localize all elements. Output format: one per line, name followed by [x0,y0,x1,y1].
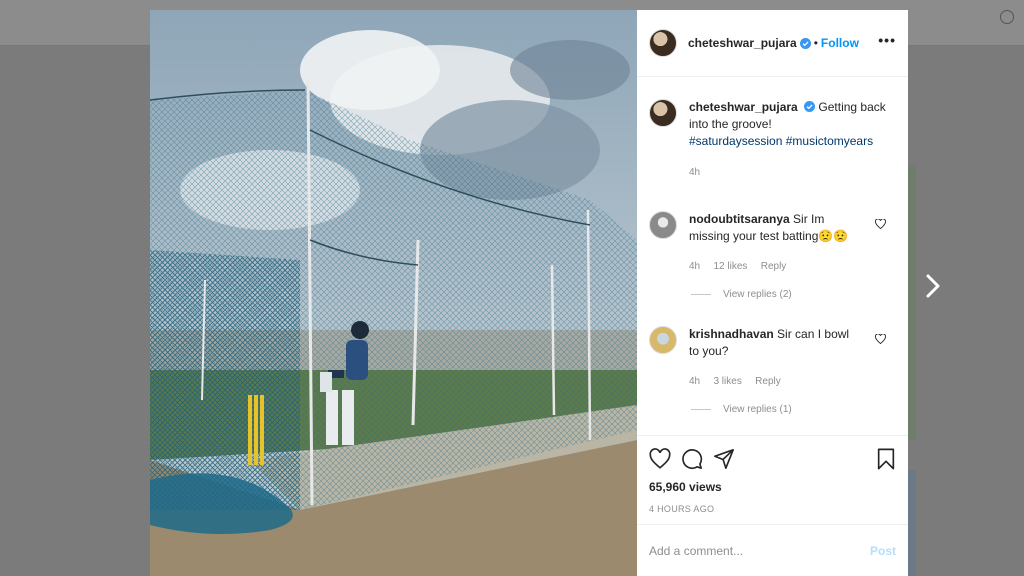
post-details-panel: cheteshwar_pujara • Follow ••• cheteshwa… [637,10,908,576]
comment-like-heart-icon[interactable] [875,219,886,229]
comment-username[interactable]: krishnadhavan [689,327,774,341]
comment-like-heart-icon[interactable] [875,334,886,344]
comment-meta: 4h 12 likes Reply [689,257,859,275]
comment-reply-button[interactable]: Reply [761,261,787,272]
more-options-icon[interactable]: ••• [878,33,896,47]
view-replies-label[interactable]: View replies (1) [723,404,792,415]
comment-reply-button[interactable]: Reply [755,376,781,387]
comment-icon[interactable] [681,448,703,470]
follow-button[interactable]: Follow [821,36,859,50]
commenter-avatar[interactable] [649,326,677,354]
post-header: cheteshwar_pujara • Follow ••• [637,10,908,77]
bookmark-icon[interactable] [875,448,897,470]
comment-item: nodoubtitsaranya Sir Im missing your tes… [649,211,859,275]
chevron-right-icon[interactable] [921,272,945,300]
view-replies-line [691,409,711,410]
author-avatar[interactable] [649,29,677,57]
background-next-post-preview-2 [908,470,916,576]
comment-body: nodoubtitsaranya Sir Im missing your tes… [689,211,859,275]
comment-likes[interactable]: 12 likes [713,261,747,272]
comment-time: 4h [689,261,701,272]
share-icon[interactable] [713,448,735,470]
add-comment-bar: Post [637,524,908,576]
video-frame [150,10,637,576]
comment-input[interactable] [649,543,870,558]
caption-username[interactable]: cheteshwar_pujara [689,100,798,114]
comment-likes[interactable]: 3 likes [713,376,741,387]
view-replies-button[interactable]: View replies (1) [691,404,792,415]
post-timestamp: 4 HOURS AGO [649,504,715,514]
post-modal: cheteshwar_pujara • Follow ••• cheteshwa… [150,10,908,576]
verified-badge-icon [799,37,811,49]
caption-hashtags[interactable]: #saturdaysession #musictomyears [689,133,889,150]
view-count[interactable]: 65,960 views [649,480,722,494]
heart-icon[interactable] [649,448,671,470]
caption-verified-badge-icon [804,101,816,112]
post-video[interactable] [150,10,637,576]
post-caption: cheteshwar_pujara Getting back into the … [649,99,889,181]
background-next-post-preview [908,165,916,440]
background-profile-icon [1000,10,1014,24]
author-username[interactable]: cheteshwar_pujara [688,36,797,50]
post-comment-button[interactable]: Post [870,544,896,558]
commenter-avatar[interactable] [649,211,677,239]
view-replies-label[interactable]: View replies (2) [723,289,792,300]
comment-meta: 4h 3 likes Reply [689,372,859,390]
view-replies-line [691,294,711,295]
comment-username[interactable]: nodoubtitsaranya [689,212,790,226]
view-replies-button[interactable]: View replies (2) [691,289,792,300]
caption-time: 4h [689,167,701,178]
separator-dot: • [813,36,818,50]
comment-item: krishnadhavan Sir can I bowl to you? 4h … [649,326,859,390]
comment-time: 4h [689,376,701,387]
caption-body: cheteshwar_pujara Getting back into the … [689,99,889,181]
comment-body: krishnadhavan Sir can I bowl to you? 4h … [689,326,859,390]
comments-list[interactable]: cheteshwar_pujara Getting back into the … [637,77,908,435]
caption-author-avatar[interactable] [649,99,677,127]
post-actions: 65,960 views 4 HOURS AGO [637,435,908,524]
